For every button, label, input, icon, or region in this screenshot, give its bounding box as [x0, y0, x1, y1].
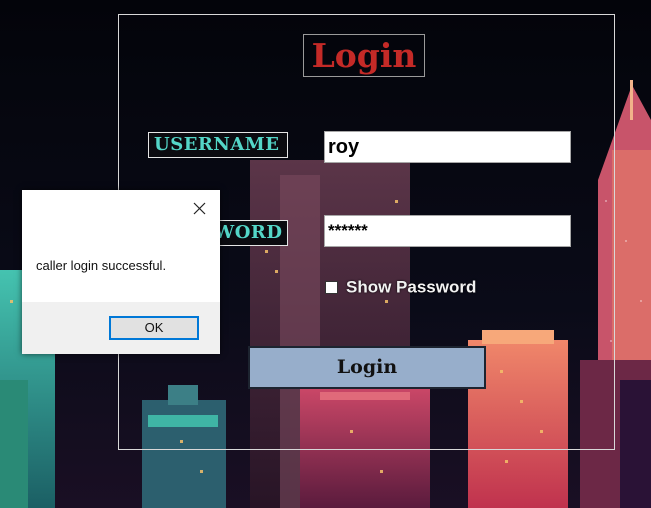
- show-password-toggle[interactable]: Show Password: [325, 277, 477, 297]
- username-field[interactable]: [324, 131, 571, 163]
- username-label: USERNAME: [148, 132, 288, 158]
- show-password-checkbox[interactable]: [325, 281, 338, 294]
- login-button[interactable]: Login: [248, 346, 486, 389]
- message-dialog: caller login successful. OK: [22, 190, 220, 354]
- dialog-message: caller login successful.: [36, 258, 167, 273]
- page-title: Login: [303, 34, 425, 77]
- password-field[interactable]: ******: [324, 215, 571, 247]
- dialog-footer: OK: [22, 302, 220, 354]
- show-password-label: Show Password: [346, 277, 477, 297]
- close-icon[interactable]: [191, 200, 208, 217]
- ok-button[interactable]: OK: [109, 316, 199, 340]
